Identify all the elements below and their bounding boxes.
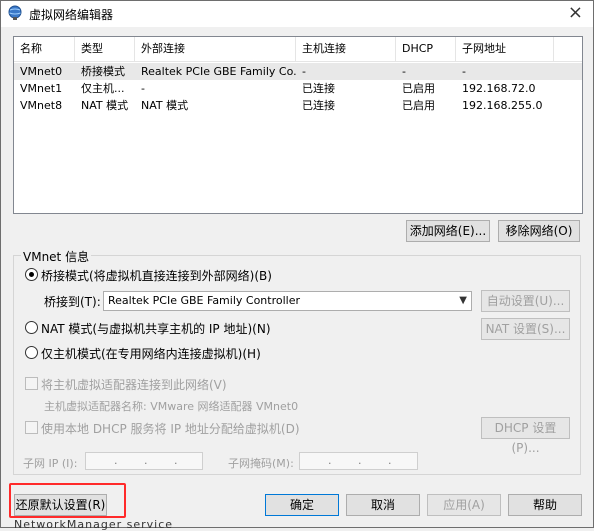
table-row[interactable]: VMnet0 桥接模式 Realtek PCIe GBE Family Co..… xyxy=(14,63,582,80)
cell-subnet: - xyxy=(462,65,466,78)
cell-external: Realtek PCIe GBE Family Co... xyxy=(141,65,296,78)
nat-mode-label[interactable]: NAT 模式(与虚拟机共享主机的 IP 地址)(N) xyxy=(41,320,271,337)
ok-button[interactable]: 确定 xyxy=(265,494,339,516)
column-header-name[interactable]: 名称 xyxy=(14,37,75,61)
cancel-button[interactable]: 取消 xyxy=(346,494,420,516)
column-header-type[interactable]: 类型 xyxy=(75,37,135,61)
column-header-subnet[interactable]: 子网地址 xyxy=(456,37,554,61)
ip-dot: . xyxy=(144,454,148,467)
cell-name: VMnet0 xyxy=(20,65,63,78)
cell-subnet: 192.168.72.0 xyxy=(462,82,536,95)
cell-external: - xyxy=(141,82,145,95)
bridge-to-value: Realtek PCIe GBE Family Controller xyxy=(108,294,301,307)
use-dhcp-label[interactable]: 使用本地 DHCP 服务将 IP 地址分配给虚拟机(D) xyxy=(41,420,300,437)
nat-settings-button[interactable]: NAT 设置(S)... xyxy=(481,318,570,340)
cell-name: VMnet1 xyxy=(20,82,63,95)
table-row[interactable]: VMnet8 NAT 模式 NAT 模式 已连接 已启用 192.168.255… xyxy=(14,97,582,114)
cell-host: 已连接 xyxy=(302,82,335,95)
subnet-mask-input[interactable]: . . . xyxy=(299,452,418,470)
subnet-ip-label: 子网 IP (I): xyxy=(23,457,78,470)
virtual-network-editor-window: 虚拟网络编辑器 × 名称 类型 外部连接 主机连接 DHCP 子网地址 VMne… xyxy=(0,0,594,528)
chevron-down-icon: ▼ xyxy=(459,295,467,306)
ip-dot: . xyxy=(114,454,118,467)
column-header-dhcp[interactable]: DHCP xyxy=(396,37,456,61)
window-title: 虚拟网络编辑器 xyxy=(29,8,114,22)
subnet-mask-label: 子网掩码(M): xyxy=(228,457,294,470)
connect-adapter-checkbox[interactable] xyxy=(25,377,38,390)
vmnet-info-label: VMnet 信息 xyxy=(21,248,92,265)
cell-host: - xyxy=(302,65,306,78)
title-bar: 虚拟网络编辑器 × xyxy=(1,1,593,27)
cell-type: 仅主机... xyxy=(81,82,125,95)
column-header-external[interactable]: 外部连接 xyxy=(135,37,296,61)
bridge-to-select[interactable]: Realtek PCIe GBE Family Controller ▼ xyxy=(103,291,472,311)
nat-mode-radio[interactable] xyxy=(25,321,38,334)
ip-dot: . xyxy=(358,454,362,467)
close-icon[interactable]: × xyxy=(568,3,583,23)
network-list-header: 名称 类型 外部连接 主机连接 DHCP 子网地址 xyxy=(14,37,582,62)
subnet-ip-input[interactable]: . . . xyxy=(85,452,203,470)
dhcp-settings-button[interactable]: DHCP 设置(P)... xyxy=(481,417,570,455)
host-only-label[interactable]: 仅主机模式(在专用网络内连接虚拟机)(H) xyxy=(41,345,261,362)
bridge-to-label: 桥接到(T): xyxy=(44,295,101,309)
ip-dot: . xyxy=(388,454,392,467)
use-dhcp-checkbox[interactable] xyxy=(25,421,38,434)
column-header-host[interactable]: 主机连接 xyxy=(296,37,396,61)
cell-type: 桥接模式 xyxy=(81,65,125,78)
network-globe-icon xyxy=(8,5,22,20)
cell-type: NAT 模式 xyxy=(81,99,129,112)
ip-dot: . xyxy=(328,454,332,467)
cell-external: NAT 模式 xyxy=(141,99,189,112)
cell-host: 已连接 xyxy=(302,99,335,112)
table-row[interactable]: VMnet1 仅主机... - 已连接 已启用 192.168.72.0 xyxy=(14,80,582,97)
auto-settings-button[interactable]: 自动设置(U)... xyxy=(481,290,570,312)
background-window-text: NetworkManager service xyxy=(14,518,174,531)
bridge-mode-radio[interactable] xyxy=(25,268,38,281)
add-network-button[interactable]: 添加网络(E)... xyxy=(406,220,490,242)
cell-subnet: 192.168.255.0 xyxy=(462,99,543,112)
adapter-name-label: 主机虚拟适配器名称: VMware 网络适配器 VMnet0 xyxy=(44,400,299,413)
host-only-radio[interactable] xyxy=(25,346,38,359)
help-button[interactable]: 帮助 xyxy=(508,494,582,516)
ip-dot: . xyxy=(174,454,178,467)
connect-adapter-label[interactable]: 将主机虚拟适配器连接到此网络(V) xyxy=(41,376,227,393)
vmnet-info-group xyxy=(13,255,581,475)
cell-dhcp: 已启用 xyxy=(402,82,435,95)
cell-name: VMnet8 xyxy=(20,99,63,112)
highlight-box xyxy=(9,483,126,518)
cell-dhcp: - xyxy=(402,65,406,78)
remove-network-button[interactable]: 移除网络(O) xyxy=(498,220,580,242)
bridge-mode-label[interactable]: 桥接模式(将虚拟机直接连接到外部网络)(B) xyxy=(41,267,272,284)
network-list[interactable]: 名称 类型 外部连接 主机连接 DHCP 子网地址 VMnet0 桥接模式 Re… xyxy=(13,36,583,214)
cell-dhcp: 已启用 xyxy=(402,99,435,112)
apply-button[interactable]: 应用(A) xyxy=(427,494,501,516)
